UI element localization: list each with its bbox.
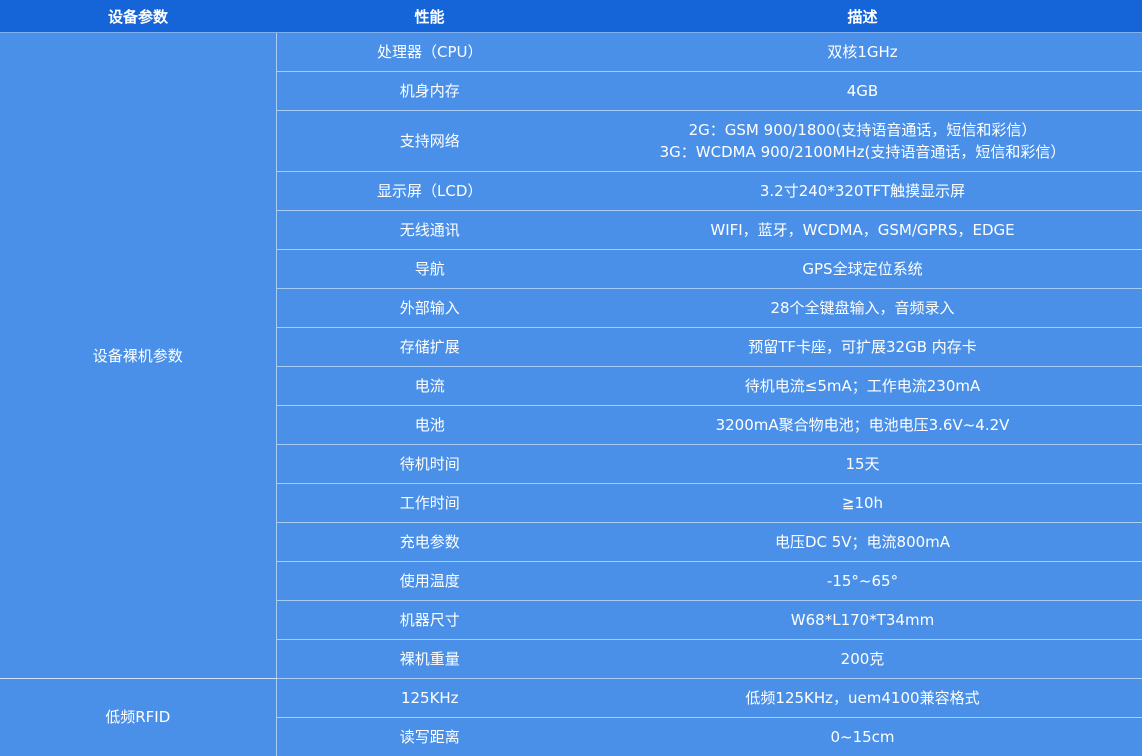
description-cell: 28个全键盘输入，音频录入 [583, 288, 1142, 328]
description-line: 4GB [846, 82, 879, 100]
description-line: 3G：WCDMA 900/2100MHz(支持语音通话，短信和彩信） [659, 143, 1066, 161]
description-cell: 2G：GSM 900/1800(支持语音通话，短信和彩信） 3G：WCDMA 90… [583, 110, 1142, 172]
description-line: 200克 [840, 650, 885, 668]
description-cell: 待机电流≤5mA；工作电流230mA [583, 366, 1142, 406]
description-cell: 0~15cm [583, 717, 1142, 756]
description-cell: 双核1GHz [583, 32, 1142, 72]
description-line: 3.2寸240*320TFT触摸显示屏 [759, 182, 966, 200]
header-description: 描述 [583, 0, 1142, 33]
property-cell: 125KHz [276, 678, 583, 718]
description-line: W68*L170*T34mm [790, 611, 935, 629]
property-cell: 无线通讯 [276, 210, 583, 250]
table-header: 设备参数 性能 描述 [0, 0, 1142, 33]
description-cell: 3.2寸240*320TFT触摸显示屏 [583, 171, 1142, 211]
description-line: 15天 [845, 455, 880, 473]
description-cell: WIFI，蓝牙，WCDMA，GSM/GPRS，EDGE [583, 210, 1142, 250]
property-cell: 显示屏（LCD） [276, 171, 583, 211]
description-cell: ≧10h [583, 483, 1142, 523]
property-cell: 处理器（CPU） [276, 32, 583, 72]
table-body: 设备裸机参数 处理器（CPU） 双核1GHz 机身内存 4GB 支持网络 2G：GSM 90… [0, 32, 1142, 756]
property-cell: 工作时间 [276, 483, 583, 523]
description-cell: -15°~65° [583, 561, 1142, 601]
description-cell: GPS全球定位系统 [583, 249, 1142, 289]
property-cell: 裸机重量 [276, 639, 583, 679]
description-cell: W68*L170*T34mm [583, 600, 1142, 640]
description-cell: 3200mA聚合物电池；电池电压3.6V~4.2V [583, 405, 1142, 445]
header-row: 设备参数 性能 描述 [0, 0, 1142, 33]
description-line: ≧10h [841, 494, 884, 512]
description-cell: 电压DC 5V；电流800mA [583, 522, 1142, 562]
property-cell: 待机时间 [276, 444, 583, 484]
description-cell: 预留TF卡座，可扩展32GB 内存卡 [583, 327, 1142, 367]
table-row: 低频RFID 125KHz 低频125KHz，uem4100兼容格式 [0, 678, 1142, 756]
description-line: 低频125KHz，uem4100兼容格式 [745, 689, 980, 707]
description-line: 双核1GHz [827, 43, 898, 61]
description-line: GPS全球定位系统 [802, 260, 923, 278]
spec-table: 设备参数 性能 描述 设备裸机参数 处理器（CPU） 双核1GHz 机身内存 4GB 支持… [0, 0, 1142, 756]
property-cell: 存储扩展 [276, 327, 583, 367]
header-device-params: 设备参数 [0, 0, 276, 33]
description-line: 预留TF卡座，可扩展32GB 内存卡 [748, 338, 977, 356]
description-line: 28个全键盘输入，音频录入 [770, 299, 955, 317]
description-line: 电压DC 5V；电流800mA [774, 533, 951, 551]
property-cell: 机身内存 [276, 71, 583, 111]
description-line: 0~15cm [830, 728, 895, 746]
description-line: 待机电流≤5mA；工作电流230mA [744, 377, 981, 395]
description-line: 3200mA聚合物电池；电池电压3.6V~4.2V [715, 416, 1010, 434]
table-row: 设备裸机参数 处理器（CPU） 双核1GHz [0, 32, 1142, 679]
property-cell: 支持网络 [276, 110, 583, 172]
description-cell: 200克 [583, 639, 1142, 679]
description-cell: 4GB [583, 71, 1142, 111]
property-cell: 电流 [276, 366, 583, 406]
header-performance: 性能 [276, 0, 583, 33]
description-cell: 低频125KHz，uem4100兼容格式 [583, 678, 1142, 718]
property-cell: 充电参数 [276, 522, 583, 562]
description-cell: 15天 [583, 444, 1142, 484]
group-cell: 设备裸机参数 [0, 32, 277, 679]
group-cell: 低频RFID [0, 678, 277, 756]
description-line: 2G：GSM 900/1800(支持语音通话，短信和彩信） [688, 121, 1037, 139]
description-line: WIFI，蓝牙，WCDMA，GSM/GPRS，EDGE [710, 221, 1015, 239]
property-cell: 使用温度 [276, 561, 583, 601]
property-cell: 导航 [276, 249, 583, 289]
property-cell: 机器尺寸 [276, 600, 583, 640]
property-cell: 外部输入 [276, 288, 583, 328]
property-cell: 电池 [276, 405, 583, 445]
description-line: -15°~65° [826, 572, 899, 590]
property-cell: 读写距离 [276, 717, 583, 756]
